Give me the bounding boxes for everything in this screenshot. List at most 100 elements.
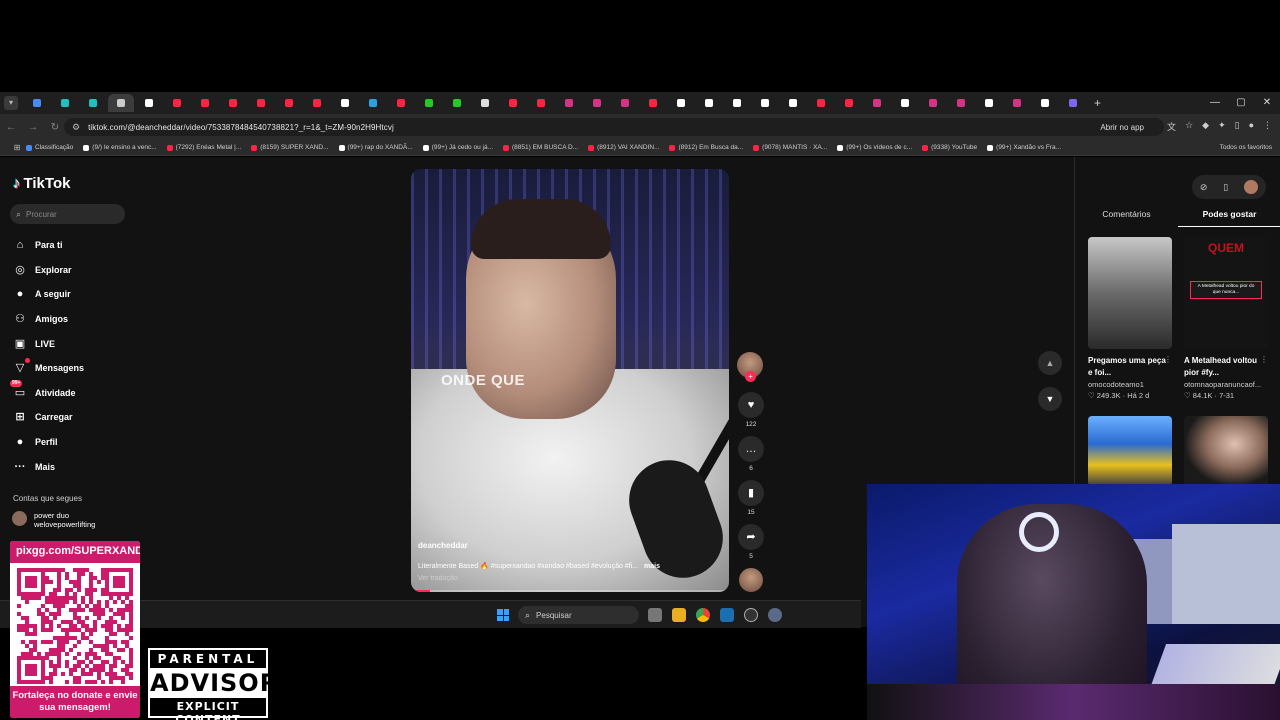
sidepanel-icon[interactable]: ▯: [1235, 120, 1240, 133]
sidebar-item-mensagens[interactable]: ▽ Mensagens: [12, 356, 84, 381]
browser-tab[interactable]: [220, 94, 246, 112]
star-icon[interactable]: ☆: [1185, 120, 1193, 133]
translate-icon[interactable]: 文: [1167, 120, 1176, 133]
bookmark-item[interactable]: (9/) Ie ensino a venc...: [83, 144, 157, 151]
menu-icon[interactable]: ⋮: [1263, 120, 1272, 133]
browser-tab[interactable]: [612, 94, 638, 112]
browser-tab[interactable]: [668, 94, 694, 112]
browser-tab[interactable]: [192, 94, 218, 112]
browser-tab[interactable]: [696, 94, 722, 112]
browser-tab[interactable]: [500, 94, 526, 112]
sidebar-item-a-seguir[interactable]: ● A seguir: [12, 282, 84, 307]
bookmark-item[interactable]: (8912) Em Busca da...: [669, 144, 743, 151]
tab-search-dropdown[interactable]: ▾: [4, 96, 18, 110]
browser-tab[interactable]: [528, 94, 554, 112]
browser-tab[interactable]: [444, 94, 470, 112]
browser-tab[interactable]: [808, 94, 834, 112]
obs-icon[interactable]: [744, 608, 758, 622]
share-icon[interactable]: ➦: [738, 524, 764, 550]
settings-icon[interactable]: [768, 608, 782, 622]
taskbar-search[interactable]: ⌕ Pesquisar: [518, 606, 639, 624]
creator-avatar[interactable]: +: [737, 352, 763, 382]
more-options-icon[interactable]: ⋮: [1260, 355, 1268, 364]
browser-tab[interactable]: [780, 94, 806, 112]
sidebar-item-atividade[interactable]: ▭ 99+ Atividade: [10, 379, 84, 406]
new-tab-icon[interactable]: +: [1094, 96, 1101, 110]
author-name[interactable]: deancheddar: [418, 541, 468, 550]
more-link[interactable]: mais: [644, 563, 660, 570]
browser-tab[interactable]: [976, 94, 1002, 112]
steam-icon[interactable]: [720, 608, 734, 622]
suggestion-card[interactable]: [1088, 416, 1172, 486]
profile-icon[interactable]: ●: [1249, 120, 1254, 133]
suggestion-card[interactable]: [1184, 416, 1268, 486]
browser-tab[interactable]: [1032, 94, 1058, 112]
suggestion-card[interactable]: Pregamos uma peça e foi... omocodoteamo1…: [1088, 237, 1172, 400]
browser-tab[interactable]: [332, 94, 358, 112]
browser-tab[interactable]: [248, 94, 274, 112]
sidebar-item-mais[interactable]: ··· Mais: [12, 454, 84, 479]
browser-tab[interactable]: [80, 94, 106, 112]
bookmark-item[interactable]: (99+) Os vídeos de c...: [837, 144, 912, 151]
browser-tab[interactable]: [836, 94, 862, 112]
back-icon[interactable]: ←: [0, 122, 22, 133]
site-info-icon[interactable]: ⚙: [72, 122, 80, 133]
browser-tab[interactable]: [892, 94, 918, 112]
sidebar-item-live[interactable]: ▣ LIVE: [12, 331, 84, 356]
browser-tab[interactable]: [472, 94, 498, 112]
browser-tab[interactable]: [724, 94, 750, 112]
next-video-icon[interactable]: ▼: [1038, 387, 1062, 411]
all-bookmarks[interactable]: Todos os favoritos: [1220, 144, 1272, 151]
sidebar-item-amigos[interactable]: ⚇ Amigos: [12, 307, 84, 332]
puzzle-icon[interactable]: ✦: [1218, 120, 1226, 133]
video-author[interactable]: deancheddar · 8-2: [418, 541, 718, 550]
chrome-icon[interactable]: [696, 608, 710, 622]
user-avatar[interactable]: [1244, 180, 1259, 194]
apps-icon[interactable]: ⊞: [8, 143, 26, 152]
music-avatar[interactable]: [739, 568, 763, 592]
tiktok-logo[interactable]: ♪ TikTok: [13, 175, 70, 192]
browser-tab[interactable]: [24, 94, 50, 112]
comment-icon[interactable]: …: [738, 436, 764, 462]
video-player[interactable]: ONDE QUE deancheddar · 8-2 Literalmente B…: [411, 169, 729, 592]
browser-tab[interactable]: [108, 94, 134, 112]
browser-tab[interactable]: [752, 94, 778, 112]
bookmark-item[interactable]: (99+) Xandão vs Fra...: [987, 144, 1061, 151]
bookmark-item[interactable]: (9078) MANTIS · XA...: [753, 144, 827, 151]
browser-tab[interactable]: [388, 94, 414, 112]
bookmark-item[interactable]: (8851) EM BUSCA D...: [503, 144, 578, 151]
file-explorer-icon[interactable]: [672, 608, 686, 622]
windows-start-icon[interactable]: [497, 609, 509, 621]
bookmark-item[interactable]: Classificação: [26, 144, 73, 151]
browser-tab[interactable]: [1060, 94, 1086, 112]
address-bar[interactable]: ⚙ tiktok.com/@deancheddar/video/75338784…: [64, 118, 1164, 136]
browser-tab[interactable]: [920, 94, 946, 112]
task-view-icon[interactable]: [648, 608, 662, 622]
browser-tab[interactable]: [584, 94, 610, 112]
browser-tab[interactable]: [1004, 94, 1030, 112]
forward-icon[interactable]: →: [22, 122, 44, 133]
minimize-icon[interactable]: —: [1202, 92, 1228, 114]
coin-icon[interactable]: ⊘: [1200, 182, 1208, 193]
browser-tab[interactable]: [416, 94, 442, 112]
search-input[interactable]: ⌕ Procurar: [10, 204, 125, 224]
browser-tab[interactable]: [304, 94, 330, 112]
bookmark-icon[interactable]: ▮: [738, 480, 764, 506]
browser-tab[interactable]: [164, 94, 190, 112]
reload-icon[interactable]: ↻: [44, 122, 66, 133]
following-account[interactable]: power duo welovepowerlifting: [12, 511, 109, 529]
browser-tab[interactable]: [276, 94, 302, 112]
sidebar-item-perfil[interactable]: ● Perfil: [12, 430, 84, 455]
heart-icon[interactable]: ♥: [738, 392, 764, 418]
bookmark-item[interactable]: (99+) rap do XANDÃ...: [338, 144, 413, 151]
browser-tab[interactable]: [948, 94, 974, 112]
open-in-app-button[interactable]: Abrir no app: [1094, 118, 1150, 136]
follow-plus-icon[interactable]: +: [745, 371, 756, 382]
address-url[interactable]: tiktok.com/@deancheddar/video/7533878484…: [88, 123, 394, 132]
sidebar-item-explorar[interactable]: ◎ Explorar: [12, 258, 84, 283]
more-options-icon[interactable]: ⋮: [1164, 355, 1172, 364]
sidebar-item-carregar[interactable]: ⊞ Carregar: [12, 405, 84, 430]
sidebar-item-para-ti[interactable]: ⌂ Para ti: [12, 233, 84, 258]
bookmark-item[interactable]: (9338) YouTube: [922, 144, 977, 151]
device-icon[interactable]: ▯: [1223, 182, 1228, 193]
